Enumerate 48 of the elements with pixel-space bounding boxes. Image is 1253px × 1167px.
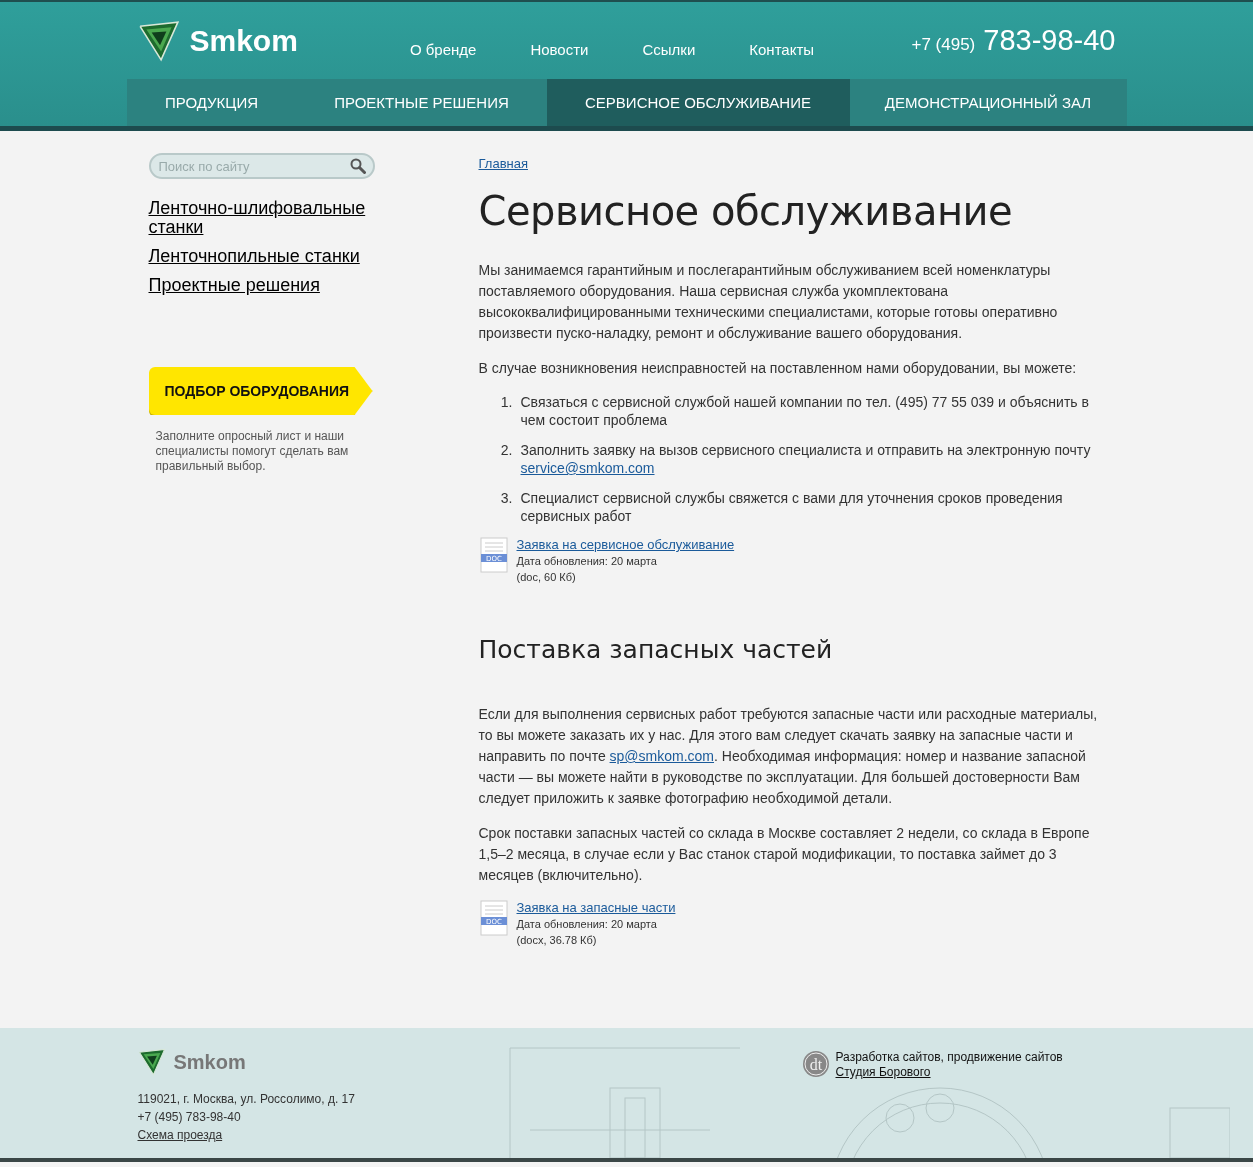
paragraph: Если для выполнения сервисных работ требуются запасные части или расходные материалы, то вы можете заказать их у нас. Для этого вам следует скачать заявку на запасные части и направить по почте sp@smkom.com. Необходимая информация: номер и название запасной части — вы можете найти в руководстве по эксплуатации. Для большей достоверности Вам следует приложить к заявке фотографию необходимой детали. — [478, 705, 1099, 808]
nav-link[interactable]: Ссылки — [615, 41, 723, 58]
nav-link[interactable]: О бренде — [382, 41, 504, 58]
menu-tab[interactable]: ДЕМОНСТРАЦИОННЫЙ ЗАЛ — [849, 79, 1127, 126]
menu-tab[interactable]: СЕРВИСНОЕ ОБСЛУЖИВАНИЕ — [546, 79, 850, 126]
file-info: (docx, 36.78 Кб) — [516, 933, 597, 948]
list-number: 2. — [499, 441, 513, 460]
breadcrumb-link[interactable]: Главная — [478, 156, 528, 171]
menu-tab[interactable]: ПРОЕКТНЫЕ РЕШЕНИЯ — [296, 79, 547, 126]
document-link[interactable]: Заявка на сервисное обслуживание — [516, 537, 735, 553]
document-link[interactable]: Заявка на запасные части — [516, 900, 676, 916]
equipment-selection-button[interactable]: ПОДБОР ОБОРУДОВАНИЯ — [148, 367, 373, 415]
logo-text[interactable]: Smkom — [189, 23, 298, 58]
sidebar-link[interactable]: Ленточно-шлифовальные станки — [148, 199, 375, 237]
paragraph: Мы занимаемся гарантийным и послегарантийным обслуживанием всей номенклатуры поставляемого оборудования. Наша сервисная служба укомплектована высококвалифицированными техническими специалистами, которые готовы оперативно произвести пуско-наладку, ремонт и обслуживание вашего оборудования. — [478, 261, 1059, 343]
email-link[interactable]: service@smkom.com — [520, 460, 655, 476]
list-item: Связаться с сервисной службой нашей компании по тел. (495) 77 55 039 и объяснить в чем состоит проблема — [520, 393, 1090, 429]
search-icon[interactable] — [349, 158, 366, 174]
list-item: Заполнить заявку на вызов сервисного специалиста и отправить на электронную почту service@smkom.com — [520, 441, 1092, 477]
list-number: 1. — [499, 393, 513, 412]
menu-tab[interactable]: ПРОДУКЦИЯ — [126, 79, 297, 126]
studio-link[interactable]: Студия Борового — [835, 1065, 1063, 1080]
footer-logo-text[interactable]: Smkom — [173, 1053, 246, 1071]
hint-text: Заполните опросный лист и наши специалисты помогут сделать вам правильный выбор. — [155, 429, 350, 474]
logo-icon — [137, 1048, 166, 1076]
sidebar-link[interactable]: Проектные решения — [148, 276, 375, 295]
developer-text: Разработка сайтов, продвижение сайтов — [835, 1050, 1063, 1065]
address-text: 119021, г. Москва, ул. Россолимо, д. 17 — [137, 1091, 356, 1108]
sidebar-link[interactable]: Ленточнопильные станки — [148, 247, 375, 266]
update-date: Дата обновления: 20 марта — [516, 554, 657, 569]
update-date: Дата обновления: 20 марта — [516, 917, 657, 932]
list-item: Специалист сервисной службы свяжется с вами для уточнения сроков проведения сервисных работ — [520, 489, 1064, 525]
file-info: (doc, 60 Кб) — [516, 570, 576, 585]
nav-link[interactable]: Контакты — [722, 41, 842, 58]
phone-text: +7 (495) 783-98-40 — [137, 1109, 242, 1126]
section-heading: Поставка запасных частей — [478, 635, 834, 664]
phone-prefix: +7 (495) — [911, 35, 976, 55]
page-title: Сервисное обслуживание — [478, 188, 1014, 234]
phone-number: 783-98-40 — [983, 24, 1116, 57]
paragraph: В случае возникновения неисправностей на поставленном нами оборудовании, вы можете: — [478, 359, 1078, 378]
nav-link[interactable]: Новости — [503, 41, 616, 58]
list-number: 3. — [499, 489, 513, 508]
search-field[interactable]: Поиск по сайту — [148, 153, 375, 179]
map-link[interactable]: Схема проезда — [137, 1128, 223, 1142]
paragraph: Срок поставки запасных частей со склада в Москве составляет 2 недели, со склада в Европе 1,5–2 месяца, в случае если у Вас станок старой модификации, то поставка займет до 3 месяцев (включительно). — [478, 824, 1091, 885]
studio-logo-icon: dt — [801, 1050, 830, 1078]
email-link[interactable]: sp@smkom.com — [609, 748, 715, 764]
logo-icon — [137, 19, 180, 62]
